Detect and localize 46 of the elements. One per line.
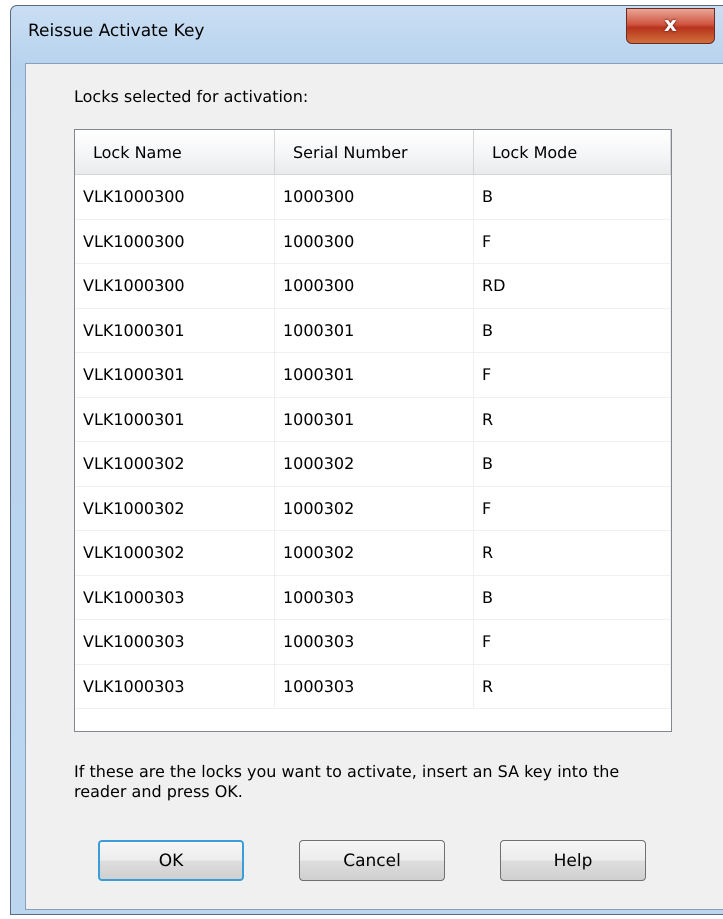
table-cell: 1000303 bbox=[275, 576, 474, 620]
dialog-button[interactable]: Cancel bbox=[299, 840, 445, 881]
table-cell: RD bbox=[474, 264, 671, 308]
table-cell: 1000303 bbox=[275, 664, 474, 709]
instructions-text: If these are the locks you want to activate, insert an SA key into the reader and press OK. bbox=[74, 762, 620, 802]
table-cell: F bbox=[474, 220, 671, 264]
table-cell: B bbox=[474, 308, 671, 353]
column-header[interactable]: Serial Number bbox=[275, 130, 474, 175]
table-cell: VLK1000300 bbox=[75, 175, 275, 220]
close-button[interactable]: x bbox=[626, 8, 715, 44]
table-cell: F bbox=[474, 353, 671, 398]
table-cell: 1000301 bbox=[275, 398, 474, 442]
window-title: Reissue Activate Key bbox=[28, 20, 204, 40]
table-cell: VLK1000303 bbox=[75, 620, 275, 664]
table-cell: 1000301 bbox=[275, 353, 474, 398]
table-cell: 1000300 bbox=[275, 175, 474, 220]
column-header[interactable]: Lock Name bbox=[75, 130, 275, 175]
table-cell: VLK1000303 bbox=[75, 576, 275, 620]
table-cell: VLK1000301 bbox=[75, 353, 275, 398]
dialog-button[interactable]: Help bbox=[500, 840, 646, 881]
table-cell: 1000302 bbox=[275, 442, 474, 486]
table-cell: 1000302 bbox=[275, 531, 474, 576]
table-cell: VLK1000302 bbox=[75, 442, 275, 486]
table-cell: B bbox=[474, 442, 671, 486]
table-cell: R bbox=[474, 531, 671, 576]
table-cell: VLK1000301 bbox=[75, 398, 275, 442]
table-cell: 1000300 bbox=[275, 264, 474, 308]
table-cell: VLK1000301 bbox=[75, 308, 275, 353]
column-header[interactable]: Lock Mode bbox=[474, 130, 671, 175]
table-cell: R bbox=[474, 664, 671, 709]
table-cell: R bbox=[474, 398, 671, 442]
table-cell: VLK1000300 bbox=[75, 220, 275, 264]
table-cell: 1000300 bbox=[275, 220, 474, 264]
table-cell: F bbox=[474, 620, 671, 664]
table-cell: F bbox=[474, 486, 671, 531]
table-cell: B bbox=[474, 576, 671, 620]
table-cell: VLK1000300 bbox=[75, 264, 275, 308]
dialog-button[interactable]: OK bbox=[98, 840, 244, 881]
table-cell: 1000301 bbox=[275, 308, 474, 353]
table-cell: 1000303 bbox=[275, 620, 474, 664]
table-cell: B bbox=[474, 175, 671, 220]
intro-label: Locks selected for activation: bbox=[74, 87, 310, 106]
table-cell: VLK1000303 bbox=[75, 664, 275, 709]
table-cell: VLK1000302 bbox=[75, 531, 275, 576]
table-cell: VLK1000302 bbox=[75, 486, 275, 531]
table-cell: 1000302 bbox=[275, 486, 474, 531]
